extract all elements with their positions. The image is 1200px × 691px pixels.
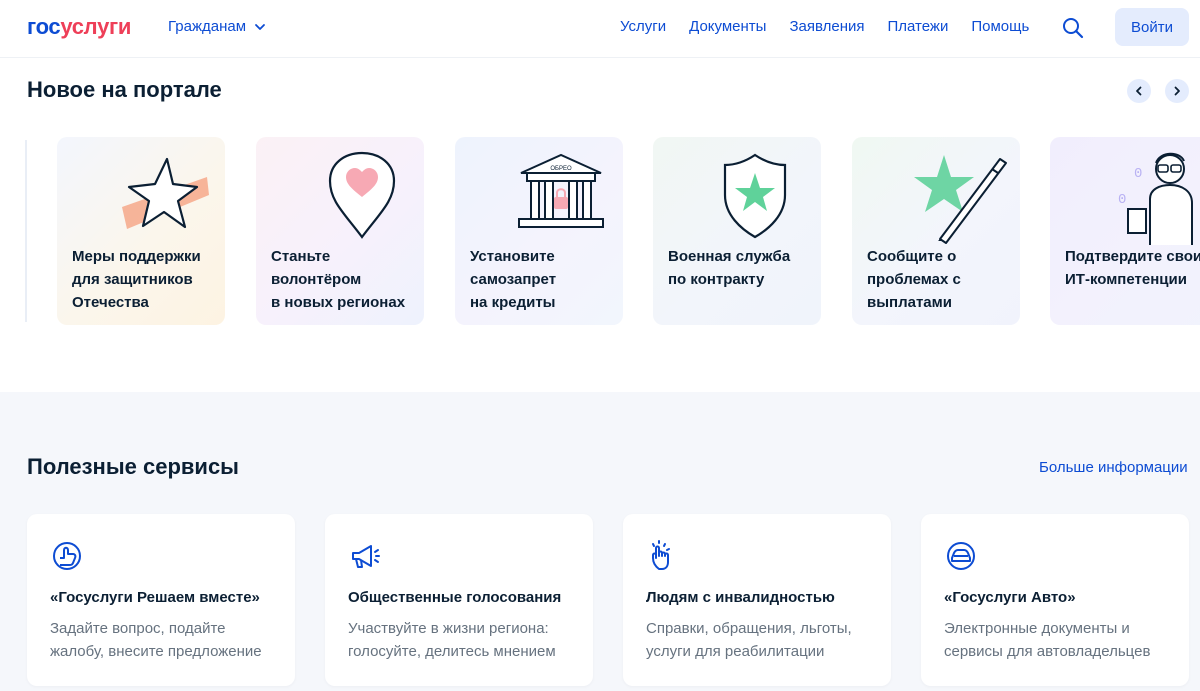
news-card-text: Станьте волонтёром в новых регионах [271,248,406,311]
service-card-public-voting[interactable]: Общественные голосования Участвуйте в жи… [325,514,593,686]
bank-lock-icon: ОБРЕО [518,153,604,228]
news-card-text: Установите самозапрет на кредиты [470,248,557,311]
news-card-text: Меры поддержки для защитников Отечества [72,248,201,311]
news-card-text: Подтвердите свои ИТ-компетенции [1065,248,1200,288]
service-card-auto[interactable]: «Госуслуги Авто» Электронные документы и… [921,514,1189,686]
nav-applications[interactable]: Заявления [789,18,864,35]
shield-star-icon [723,153,787,239]
news-card-defenders[interactable]: Меры поддержки для защитников Отечества [57,137,225,325]
news-card-payment-problems[interactable]: Сообщите о проблемах с выплатами [852,137,1020,325]
star-pen-icon [914,155,1007,244]
header: госуслуги Гражданам Услуги Документы Зая… [0,0,1200,58]
service-card-description: Задайте вопрос, подайте жалобу, внесите … [50,620,262,660]
services-section: Полезные сервисы Больше информации «Госу… [0,392,1200,691]
megaphone-icon [352,545,380,568]
nav-payments[interactable]: Платежи [888,18,949,35]
service-card-disability[interactable]: Людям с инвалидностью Справки, обращения… [623,514,891,686]
car-icon [947,542,975,570]
nav-services[interactable]: Услуги [620,18,666,35]
main-nav: Услуги Документы Заявления Платежи Помощ… [620,18,1029,35]
hand-like-icon [53,542,81,570]
star-icon [122,157,209,229]
news-carousel: Меры поддержки для защитников Отечества … [0,137,1200,327]
service-card-description: Справки, обращения, льготы, услуги для р… [646,620,852,660]
touch-hand-icon [652,540,670,570]
carousel-divider [25,140,27,322]
service-card-description: Электронные документы и сервисы для авто… [944,620,1151,660]
carousel-prev-button[interactable] [1127,79,1151,103]
service-card-description: Участвуйте в жизни региона: голосуйте, д… [348,620,556,660]
news-card-volunteer[interactable]: Станьте волонтёром в новых регионах [256,137,424,325]
news-card-it-competencies[interactable]: 0 0 1 Подтвердите свои ИТ-компетенции [1050,137,1200,325]
service-card-title: Людям с инвалидностью [646,589,835,606]
news-card-credit-ban[interactable]: ОБРЕО Установите самозапрет на кредиты [455,137,623,325]
news-card-military-service[interactable]: Военная служба по контракту [653,137,821,325]
news-card-text: Военная служба по контракту [668,248,791,288]
service-card-title: «Госуслуги Авто» [944,589,1076,606]
services-section-title: Полезные сервисы [27,454,239,479]
search-icon[interactable] [1061,16,1085,40]
gosuslugi-logo[interactable]: госуслуги [27,14,131,40]
it-specialist-icon: 0 0 1 [1118,152,1193,245]
chevron-down-icon [255,23,265,30]
chevron-right-icon [1174,86,1180,96]
svg-text:0: 0 [1134,166,1142,182]
service-card-solve-together[interactable]: «Госуслуги Решаем вместе» Задайте вопрос… [27,514,295,686]
service-card-title: Общественные голосования [348,589,562,606]
chevron-left-icon [1136,86,1142,96]
news-card-text: Сообщите о проблемах с выплатами [867,248,961,311]
audience-dropdown[interactable]: Гражданам [168,18,266,35]
nav-documents[interactable]: Документы [689,18,766,35]
news-section-title: Новое на портале [27,77,222,102]
service-card-title: «Госуслуги Решаем вместе» [50,589,260,606]
carousel-next-button[interactable] [1165,79,1189,103]
more-info-link[interactable]: Больше информации [1039,459,1188,476]
nav-help[interactable]: Помощь [971,18,1029,35]
svg-text:0: 0 [1118,192,1126,208]
svg-text:ОБРЕО: ОБРЕО [550,166,572,172]
login-button[interactable]: Войти [1115,8,1189,46]
audience-label: Гражданам [168,18,247,35]
heart-pin-icon [328,151,396,239]
